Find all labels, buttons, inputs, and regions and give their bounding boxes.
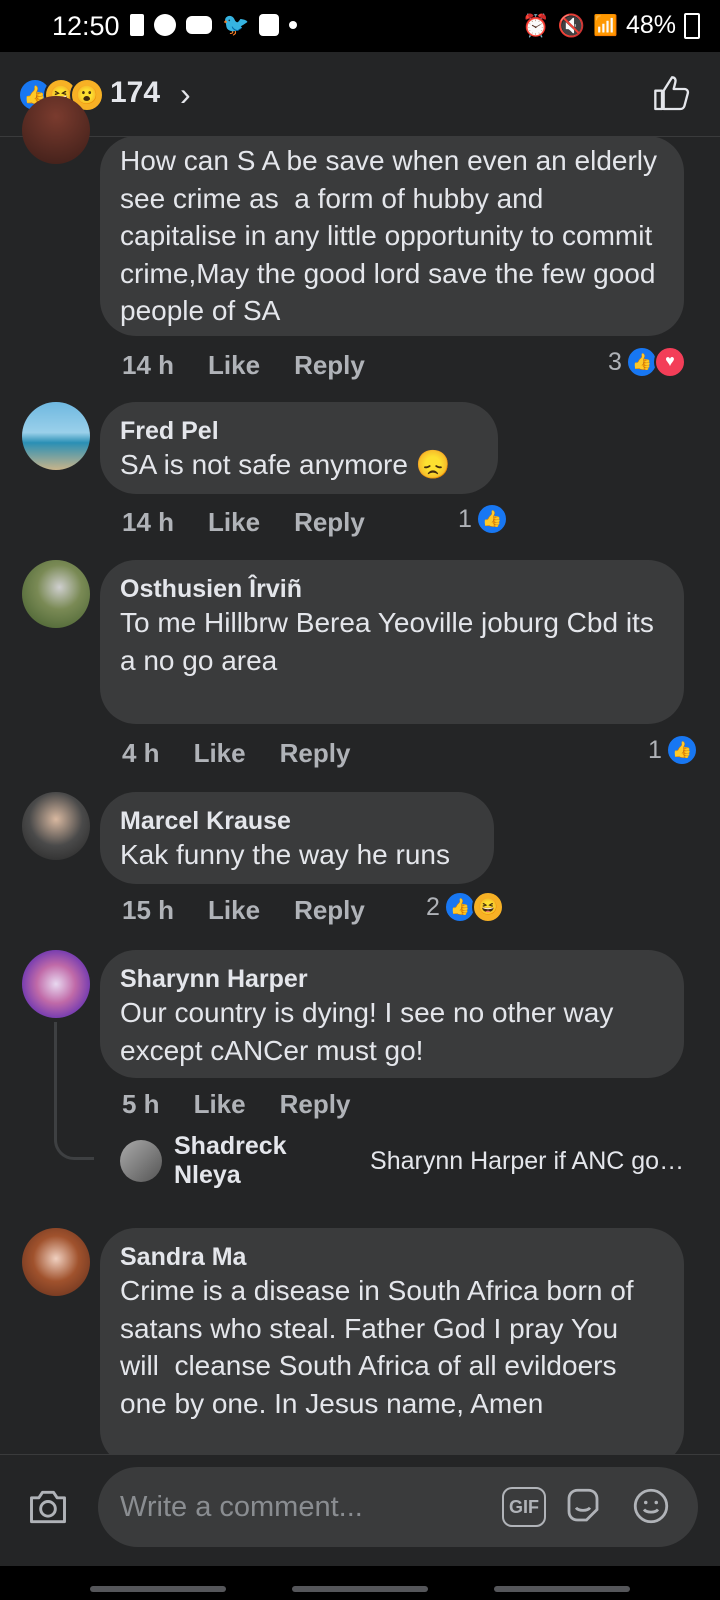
comment-time: 15 h (122, 895, 175, 925)
more-notifications-icon (289, 21, 298, 29)
comment-input-box[interactable]: GIF (98, 1467, 698, 1547)
reply-button[interactable]: Reply (294, 507, 365, 538)
reply-text: Sharynn Harper if ANC goe... (370, 1146, 690, 1175)
comment-text: Kak funny the way he runs (120, 839, 450, 870)
comment-text: Our country is dying! I see no other way… (120, 997, 622, 1066)
like-reaction-icon: 👍 (665, 734, 698, 766)
reply-preview[interactable]: Shadreck Nleya Sharynn Harper if ANC goe… (120, 1132, 690, 1189)
comment-actions: 14 h Like Reply (122, 507, 365, 538)
love-reaction-icon: ♥ (653, 346, 686, 378)
camera-icon[interactable] (26, 1485, 70, 1529)
comment-bubble[interactable]: Osthusien Îrviñ To me Hillbrw Berea Yeov… (100, 560, 684, 724)
comment-text: Crime is a disease in South Africa born … (120, 1275, 642, 1419)
comment-author[interactable]: Osthusien Îrviñ (120, 574, 664, 604)
reply-button[interactable]: Reply (280, 1089, 351, 1120)
comment-text: How can S A be save when even an elderly… (120, 145, 665, 326)
comment-input[interactable] (118, 1485, 482, 1529)
comment-reactions[interactable]: 1 👍 (648, 734, 698, 766)
comment-author[interactable]: Sharynn Harper (120, 964, 664, 994)
reaction-count[interactable]: 174 (110, 76, 160, 110)
sim-icon (130, 14, 144, 36)
nav-recents-button[interactable] (90, 1586, 226, 1592)
comment-bubble[interactable]: How can S A be save when even an elderly… (100, 136, 684, 336)
nav-back-button[interactable] (494, 1586, 630, 1592)
comment-reactions[interactable]: 2 👍 😆 (426, 891, 504, 923)
like-button[interactable]: Like (194, 1089, 246, 1120)
reaction-count: 3 (608, 347, 622, 376)
reaction-count: 2 (426, 892, 440, 921)
comment-bubble[interactable]: Sandra Ma Crime is a disease in South Af… (100, 1228, 684, 1466)
reply-button[interactable]: Reply (280, 738, 351, 769)
comment-composer: GIF (0, 1454, 720, 1567)
like-button[interactable]: Like (208, 507, 260, 538)
battery-text: 48% (625, 11, 676, 39)
avatar (120, 1140, 162, 1182)
reply-author: Shadreck Nleya (174, 1132, 287, 1189)
reaction-count: 1 (648, 735, 662, 764)
reactions-header: 👍 😆 😮 174 › (0, 52, 720, 137)
nav-home-button[interactable] (292, 1586, 428, 1592)
youtube-icon (186, 16, 212, 34)
avatar[interactable] (22, 1228, 90, 1296)
comment-bubble[interactable]: Sharynn Harper Our country is dying! I s… (100, 950, 684, 1078)
comment-bubble[interactable]: Marcel Krause Kak funny the way he runs (100, 792, 494, 884)
calendar-icon (259, 14, 280, 36)
comment-text: To me Hillbrw Berea Yeoville joburg Cbd … (120, 607, 662, 676)
wifi-icon: 📶 (593, 15, 618, 37)
sticker-icon[interactable] (562, 1485, 604, 1527)
avatar[interactable] (22, 792, 90, 860)
comment-author[interactable]: Sandra Ma (120, 1242, 664, 1272)
reply-button[interactable]: Reply (294, 350, 365, 381)
avatar[interactable] (22, 950, 90, 1018)
reply-thread-line (54, 1022, 94, 1160)
avatar[interactable] (22, 560, 90, 628)
comment-actions: 15 h Like Reply (122, 895, 365, 926)
gif-button[interactable]: GIF (502, 1487, 546, 1527)
like-button[interactable]: Like (208, 350, 260, 381)
like-button[interactable]: Like (194, 738, 246, 769)
system-navigation-bar (0, 1566, 720, 1600)
comment-bubble[interactable]: Fred Pel SA is not safe anymore 😞 (100, 402, 498, 494)
comment-time: 14 h (122, 507, 175, 537)
chevron-right-icon[interactable]: › (180, 76, 191, 113)
comment-time: 5 h (122, 1089, 160, 1119)
battery-icon (684, 12, 700, 39)
comment-time: 14 h (122, 350, 175, 380)
avatar[interactable] (22, 402, 90, 470)
status-time: 12:50 (52, 11, 120, 41)
like-reaction-icon: 👍 (475, 503, 508, 535)
like-button[interactable]: Like (208, 895, 260, 926)
twitter-icon: 🐦 (222, 12, 250, 37)
reaction-count: 1 (458, 504, 472, 533)
facebook-icon (154, 14, 176, 36)
comment-author[interactable]: Marcel Krause (120, 806, 474, 836)
notification-icons: 🐦 (130, 12, 298, 38)
comment-reactions[interactable]: 3 👍 ♥ (608, 346, 686, 378)
comment-actions: 4 h Like Reply (122, 738, 350, 769)
avatar[interactable] (22, 96, 90, 164)
like-outline-icon[interactable] (652, 74, 692, 114)
haha-reaction-icon: 😆 (471, 891, 504, 923)
comment-actions: 14 h Like Reply (122, 350, 365, 381)
system-icons: ⏰ 🔇 📶 48% (522, 11, 700, 40)
status-bar: 12:50 🐦 ⏰ 🔇 📶 48% (0, 0, 720, 52)
comment-reactions[interactable]: 1 👍 (458, 503, 508, 535)
mute-icon: 🔇 (557, 12, 586, 38)
comment-author[interactable]: Fred Pel (120, 416, 478, 446)
comment-text: SA is not safe anymore 😞 (120, 449, 451, 480)
alarm-icon: ⏰ (522, 12, 550, 38)
reply-button[interactable]: Reply (294, 895, 365, 926)
emoji-icon[interactable] (630, 1485, 672, 1527)
comment-actions: 5 h Like Reply (122, 1089, 350, 1120)
comment-time: 4 h (122, 738, 160, 768)
